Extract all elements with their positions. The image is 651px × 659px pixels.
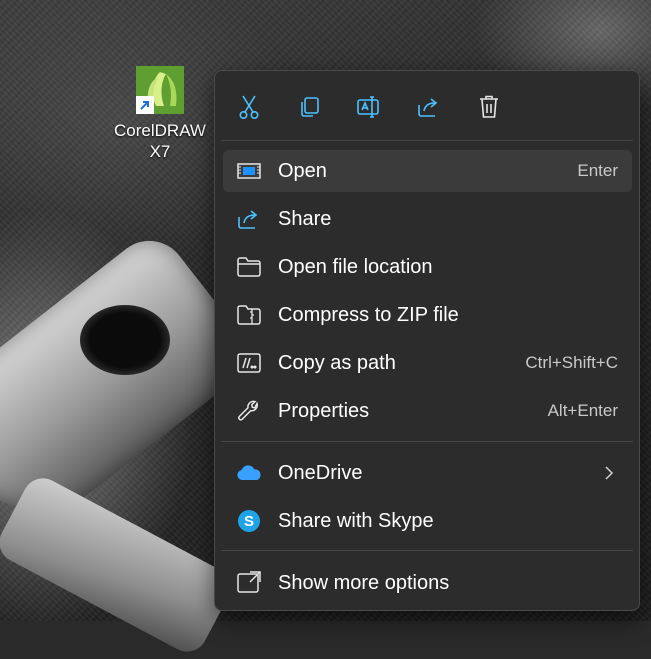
copy-icon: [301, 97, 319, 117]
menu-item-shortcut: Ctrl+Shift+C: [525, 353, 618, 372]
menu-separator: [221, 140, 633, 141]
menu-item-label: Copy as path: [278, 351, 396, 374]
menu-separator: [221, 441, 633, 442]
rename-button[interactable]: [355, 93, 383, 121]
context-menu-toolbar: [215, 71, 639, 141]
delete-icon: [480, 95, 498, 118]
menu-item-shortcut: Alt+Enter: [547, 401, 618, 420]
chevron-right-icon: [604, 465, 614, 481]
desktop-shortcut-coreldraw[interactable]: CorelDRAW X7: [108, 66, 212, 162]
share-button[interactable]: [415, 93, 443, 121]
menu-item-share[interactable]: Share: [223, 198, 632, 240]
cut-icon: [239, 95, 259, 119]
coreldraw-icon: [136, 66, 184, 114]
menu-item-label: Properties: [278, 399, 370, 422]
menu-item-onedrive[interactable]: OneDrive: [223, 452, 632, 494]
menu-item-label: OneDrive: [278, 461, 363, 484]
menu-item-copy-as-path[interactable]: Copy as path Ctrl+Shift+C: [223, 342, 632, 384]
copy-button[interactable]: [295, 93, 323, 121]
delete-button[interactable]: [475, 93, 503, 121]
menu-item-share-with-skype[interactable]: S Share with Skype: [223, 500, 632, 542]
zip-icon: [235, 301, 263, 329]
menu-item-open[interactable]: Open Enter: [223, 150, 632, 192]
show-more-icon: [235, 569, 263, 597]
wallpaper-metal-hole: [80, 305, 170, 375]
menu-item-label: Share: [278, 207, 332, 230]
menu-item-shortcut: Enter: [577, 161, 618, 180]
open-app-icon: [235, 157, 263, 185]
menu-item-label: Open: [278, 159, 327, 182]
skype-icon: S: [235, 507, 263, 535]
svg-text:S: S: [244, 513, 254, 530]
share-icon: [235, 205, 263, 233]
shortcut-arrow-icon: [136, 96, 154, 114]
menu-item-label: Open file location: [278, 255, 433, 278]
copy-path-icon: [235, 349, 263, 377]
menu-item-open-file-location[interactable]: Open file location: [223, 246, 632, 288]
folder-icon: [235, 253, 263, 281]
cut-button[interactable]: [235, 93, 263, 121]
menu-item-properties[interactable]: Properties Alt+Enter: [223, 390, 632, 432]
menu-item-compress-zip[interactable]: Compress to ZIP file: [223, 294, 632, 336]
desktop-icon-label: CorelDRAW X7: [114, 121, 206, 161]
onedrive-icon: [235, 459, 263, 487]
menu-item-label: Share with Skype: [278, 509, 434, 532]
menu-item-show-more-options[interactable]: Show more options: [223, 562, 632, 604]
menu-separator: [221, 550, 633, 551]
share-icon: [418, 98, 438, 117]
menu-item-label: Show more options: [278, 571, 450, 594]
rename-icon: [357, 96, 379, 118]
context-menu: Open Enter Share Open file location Comp…: [214, 70, 640, 611]
menu-item-label: Compress to ZIP file: [278, 303, 459, 326]
wrench-icon: [235, 397, 263, 425]
